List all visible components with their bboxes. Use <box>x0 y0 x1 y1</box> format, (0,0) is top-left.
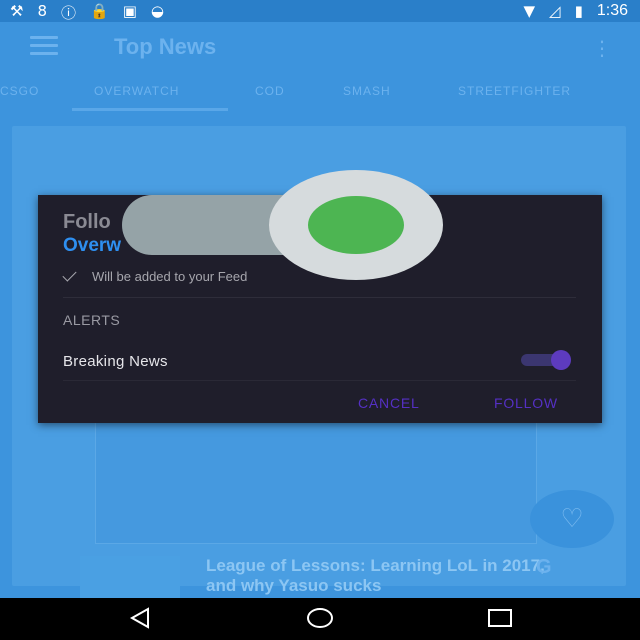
home-icon[interactable] <box>306 606 334 630</box>
status-icons-left: ⚒ 8 ⓘ 🔒 ▣ ◒ <box>10 2 164 23</box>
category-tabs: CSGO OVERWATCH COD SMASH STREETFIGHTER <box>0 72 640 112</box>
breaking-news-label: Breaking News <box>63 353 168 370</box>
favorite-heart-icon[interactable]: ♡ <box>530 490 614 548</box>
overflow-menu-icon[interactable]: ⋮ <box>592 36 612 60</box>
briefcase-icon: ▣ <box>122 2 137 20</box>
tab-csgo[interactable]: CSGO <box>0 84 39 98</box>
toggle-thumb <box>551 350 571 370</box>
battery-charging-icon: ▮ <box>574 2 583 20</box>
tab-smash[interactable]: SMASH <box>343 84 391 98</box>
status-icons-right: ▼ ◿ ▮ 1:36 <box>524 2 629 20</box>
dialog-title: Follo <box>63 211 111 233</box>
tools-icon: ⚒ <box>10 2 24 20</box>
tab-overwatch[interactable]: OVERWATCH <box>94 84 179 98</box>
app-title: Top News <box>114 34 217 59</box>
article-thumbnail[interactable] <box>80 556 180 598</box>
app-8-icon: 8 <box>37 2 47 20</box>
wifi-icon: ▼ <box>523 2 536 20</box>
status-bar: ⚒ 8 ⓘ 🔒 ▣ ◒ ▼ ◿ ▮ 1:36 <box>0 0 640 22</box>
follow-button[interactable]: FOLLOW <box>494 395 558 411</box>
recents-icon[interactable] <box>487 606 513 630</box>
feed-note: Will be added to your Feed <box>62 267 248 284</box>
tab-cod[interactable]: COD <box>255 84 285 98</box>
info-icon: ⓘ <box>61 4 77 22</box>
navigation-bar <box>0 598 640 640</box>
status-time: 1:36 <box>596 2 628 19</box>
dialog-subtitle: Overw <box>63 235 122 256</box>
divider <box>63 297 576 298</box>
divider <box>63 380 576 381</box>
lock-icon: 🔒 <box>90 2 109 20</box>
tab-streetfighter[interactable]: STREETFIGHTER <box>458 84 571 98</box>
cancel-button[interactable]: CANCEL <box>358 395 420 411</box>
back-icon[interactable] <box>128 606 152 630</box>
breaking-news-toggle[interactable] <box>521 350 573 370</box>
alerts-heading: ALERTS <box>63 312 121 328</box>
app-bar: Top News ⋮ <box>0 22 640 72</box>
menu-icon[interactable] <box>30 36 58 56</box>
source-badge-icon: G <box>536 556 552 578</box>
checkmark-icon <box>62 267 77 282</box>
tab-indicator <box>72 108 228 111</box>
android-icon: ◒ <box>150 2 164 20</box>
no-signal-icon: ◿ <box>549 2 561 20</box>
article-title[interactable]: League of Lessons: Learning LoL in 2017,… <box>206 556 546 596</box>
feed-note-text: Will be added to your Feed <box>92 269 248 284</box>
toggle-animation-thumb[interactable] <box>308 196 404 254</box>
